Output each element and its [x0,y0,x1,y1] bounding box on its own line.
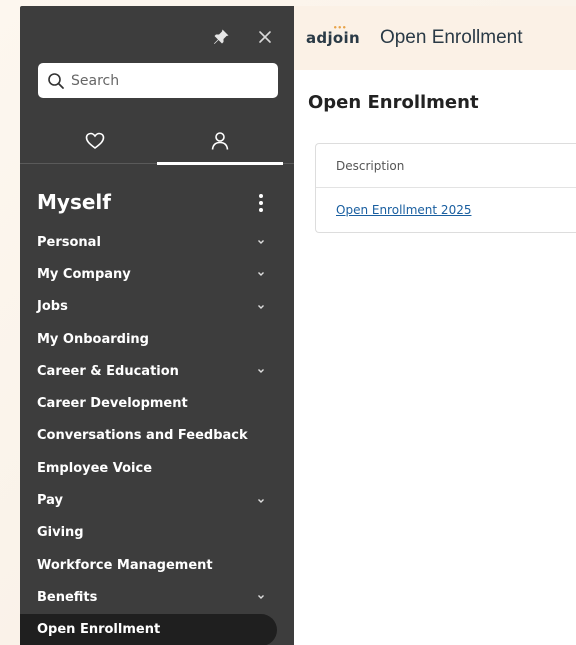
sidebar-item-pay[interactable]: Pay [20,484,294,516]
main-content: Open Enrollment Description Open Enrollm… [294,70,576,645]
chevron-down-icon [258,240,264,245]
close-sidebar-button[interactable] [254,26,276,48]
kebab-icon [259,194,263,198]
sidebar-tabs [20,118,294,165]
pin-icon [214,29,229,44]
page-title: Open Enrollment [308,92,479,113]
sidebar-item-label: Career Development [37,396,188,412]
chevron-down-icon [258,369,264,374]
sidebar-item-open-enrollment[interactable]: Open Enrollment [20,613,277,645]
sidebar-item-conversations-feedback[interactable]: Conversations and Feedback [20,420,294,452]
sidebar-item-career-education[interactable]: Career & Education [20,355,294,387]
close-icon [259,31,271,43]
sidebar-item-label: Open Enrollment [37,622,161,638]
tab-myself[interactable] [157,118,283,165]
sidebar-item-label: Career & Education [37,363,179,379]
sidebar-item-label: Jobs [37,299,68,315]
sidebar-item-benefits[interactable]: Benefits [20,581,294,613]
table-header-description[interactable]: Description [316,144,576,188]
sidebar-item-label: My Company [37,266,131,282]
logo-accent-dots: ••• [333,24,347,32]
section-title: Myself [37,190,111,214]
sidebar-item-label: Giving [37,525,84,541]
sidebar-item-my-company[interactable]: My Company [20,258,294,290]
open-enrollment-link[interactable]: Open Enrollment 2025 [336,203,471,217]
search-input[interactable] [71,72,271,89]
tab-favorites[interactable] [32,118,158,164]
brand-logo[interactable]: adjoin ••• [306,24,360,47]
enrollment-table: Description Open Enrollment 2025 [315,143,576,233]
heart-icon [85,132,105,150]
sidebar-item-employee-voice[interactable]: Employee Voice [20,452,294,484]
chevron-down-icon [258,595,264,600]
sidebar-item-label: Workforce Management [37,557,213,573]
pin-button[interactable] [210,26,232,48]
sidebar-toolbar [20,6,294,64]
header-title: Open Enrollment [379,27,523,48]
app-header: adjoin ••• Open Enrollment [294,6,576,70]
person-icon [211,132,229,150]
more-options-button[interactable] [252,192,270,214]
sidebar-item-career-development[interactable]: Career Development [20,387,294,419]
sidebar-item-label: Benefits [37,589,98,605]
kebab-icon [259,201,263,205]
kebab-icon [259,208,263,212]
sidebar-item-workforce-management[interactable]: Workforce Management [20,549,294,581]
sidebar-item-my-onboarding[interactable]: My Onboarding [20,323,294,355]
navigation-sidebar: Myself Personal My Company Jobs My Onboa… [20,6,294,645]
sidebar-item-label: Conversations and Feedback [37,428,248,444]
chevron-down-icon [258,498,264,503]
section-header: Myself [20,184,294,220]
table-row: Open Enrollment 2025 [316,188,576,232]
sidebar-item-personal[interactable]: Personal [20,226,294,258]
sidebar-item-label: Pay [37,493,64,509]
chevron-down-icon [258,272,264,277]
sidebar-item-jobs[interactable]: Jobs [20,291,294,323]
sidebar-item-label: My Onboarding [37,331,149,347]
chevron-down-icon [258,304,264,309]
active-tab-indicator [157,162,283,165]
search-icon [48,72,64,89]
sidebar-item-giving[interactable]: Giving [20,517,294,549]
search-box[interactable] [38,63,278,98]
sidebar-nav: Personal My Company Jobs My Onboarding C… [20,226,294,645]
sidebar-item-label: Employee Voice [37,460,153,476]
sidebar-item-label: Personal [37,234,101,250]
